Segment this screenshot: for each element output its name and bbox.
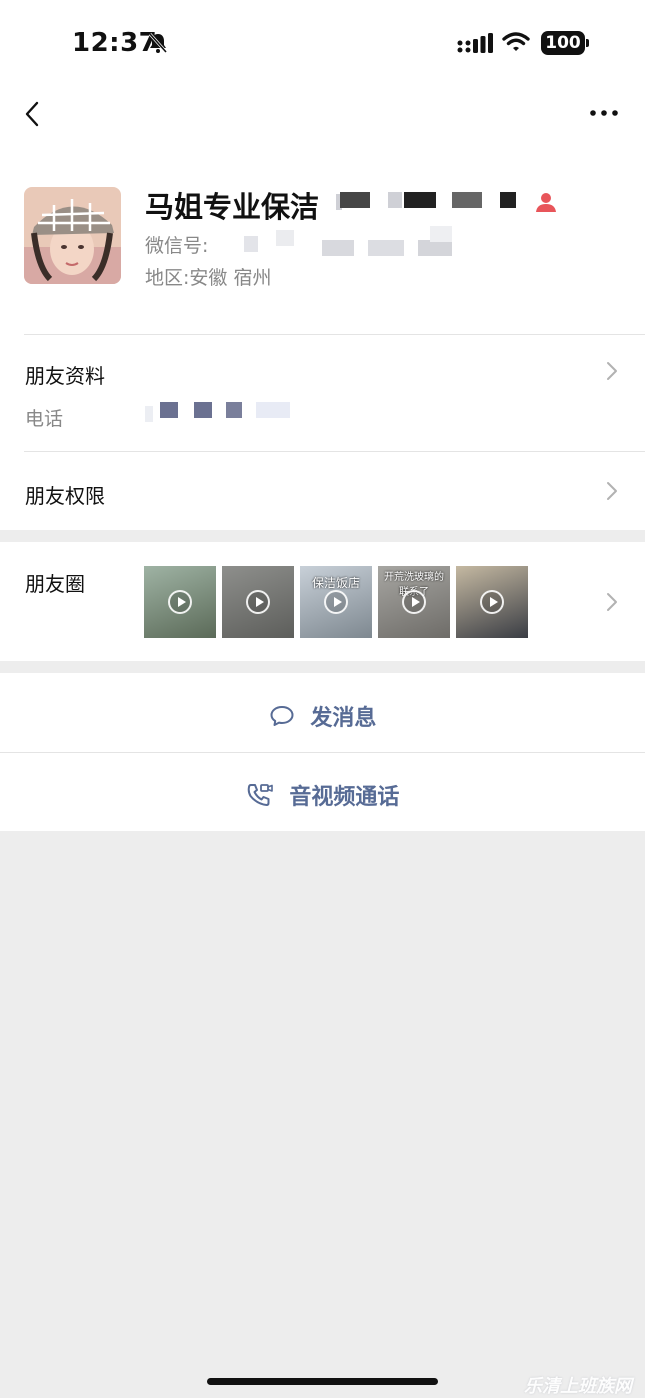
moments-thumbnail[interactable]: 开荒洗玻璃的联系了 xyxy=(378,566,450,638)
avatar[interactable] xyxy=(24,187,121,284)
home-indicator[interactable] xyxy=(207,1378,438,1385)
thumbnail-caption: 保洁饭店 xyxy=(311,576,360,590)
battery-indicator: 100 xyxy=(541,31,589,55)
phone-label: 电话 xyxy=(25,408,64,430)
play-icon xyxy=(324,590,348,614)
red-person-badge-icon xyxy=(536,193,556,212)
send-message-button[interactable]: 发消息 xyxy=(0,700,645,732)
wifi-icon xyxy=(502,32,530,51)
friend-permissions-label[interactable]: 朋友权限 xyxy=(25,480,105,509)
moments-thumbnail[interactable] xyxy=(222,566,294,638)
play-icon xyxy=(246,590,270,614)
wechat-id-label: 微信号: xyxy=(145,235,209,257)
moments-thumbnail[interactable] xyxy=(456,566,528,638)
divider xyxy=(0,752,645,753)
contact-name: 马姐专业保洁 xyxy=(145,190,320,224)
divider xyxy=(24,334,645,335)
chevron-right-icon[interactable] xyxy=(606,481,618,501)
chat-bubble-icon xyxy=(270,706,294,726)
watermark: 乐清上班族网 xyxy=(524,1376,632,1397)
chevron-right-icon[interactable] xyxy=(606,361,618,381)
play-icon xyxy=(402,590,426,614)
send-message-label: 发消息 xyxy=(310,706,377,731)
moments-label[interactable]: 朋友圈 xyxy=(25,568,85,597)
bell-muted-icon xyxy=(148,33,168,53)
battery-level: 100 xyxy=(541,31,585,55)
moments-thumbnail[interactable]: 保洁饭店 xyxy=(300,566,372,638)
play-icon xyxy=(168,590,192,614)
back-chevron-icon[interactable] xyxy=(22,100,42,128)
play-icon xyxy=(480,590,504,614)
av-call-button[interactable]: 音视频通话 xyxy=(0,779,645,811)
chevron-right-icon[interactable] xyxy=(606,592,618,612)
cellular-signal-icon xyxy=(457,33,493,53)
region-text: 地区:安徽 宿州 xyxy=(145,267,272,289)
phone-video-icon xyxy=(247,784,273,806)
moments-thumbnail[interactable] xyxy=(144,566,216,638)
more-options-icon[interactable] xyxy=(588,105,620,121)
friend-info-label[interactable]: 朋友资料 xyxy=(25,360,105,389)
divider xyxy=(24,451,645,452)
status-time: 12:37 xyxy=(72,28,158,58)
av-call-label: 音视频通话 xyxy=(289,785,400,810)
